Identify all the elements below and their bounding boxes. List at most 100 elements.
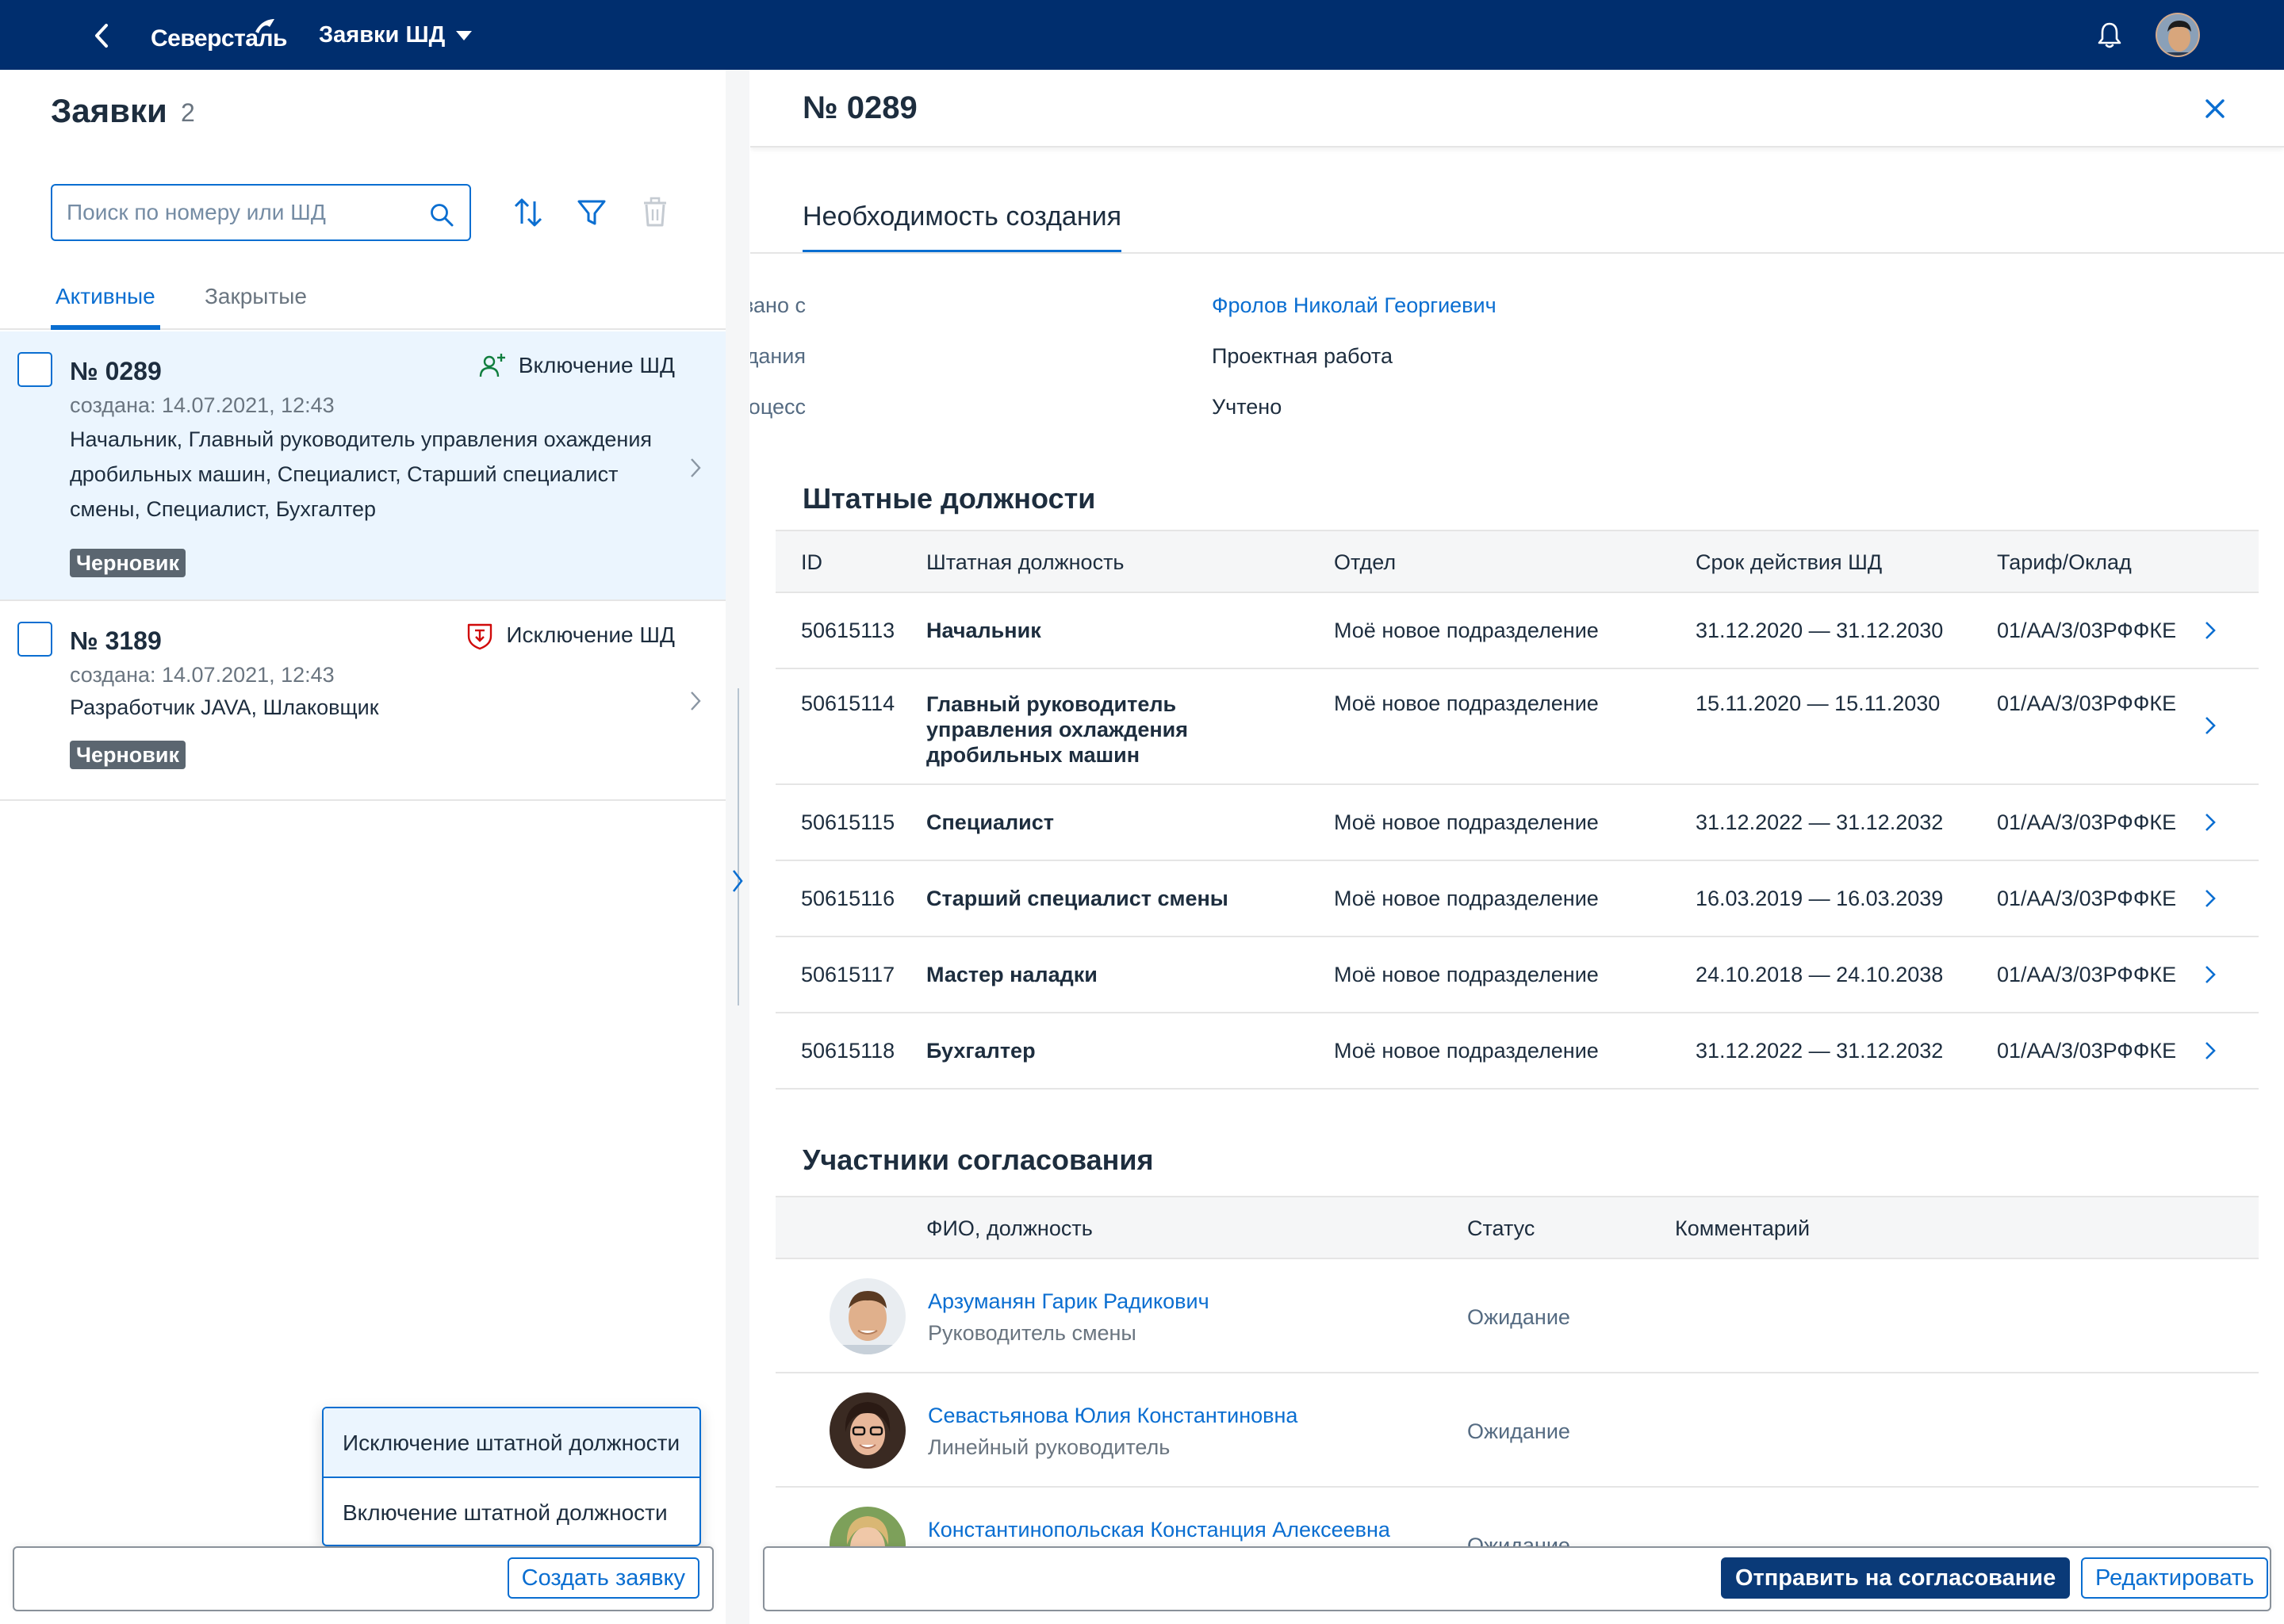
column-header: Комментарий xyxy=(1675,1216,1811,1240)
cell-id: 50615118 xyxy=(801,1039,895,1063)
table-row[interactable]: 50615117 Мастер наладки Моё новое подраз… xyxy=(776,937,2259,1013)
participants-section-title: Участники согласования xyxy=(803,1143,1154,1176)
cell-position: Начальник xyxy=(926,619,1041,642)
form-value: Учтено xyxy=(1212,395,1282,419)
form-value: Проектная работа xyxy=(1212,344,1393,368)
column-header: Штатная должность xyxy=(926,550,1125,574)
cell-period: 24.10.2018 — 24.10.2038 xyxy=(1696,963,1944,986)
form-label: Причина создания xyxy=(750,344,806,368)
detail-footer-toolbar: Отправить на согласование Редактировать xyxy=(763,1546,2271,1611)
cell-department: Моё новое подразделение xyxy=(1334,810,1599,834)
cell-id: 50615114 xyxy=(801,691,895,715)
chevron-right-icon[interactable] xyxy=(2200,964,2221,985)
cell-period: 31.12.2022 — 31.12.2032 xyxy=(1696,1039,1944,1063)
shell-bar: Северсталь Заявки ШД xyxy=(0,0,2284,70)
cell-id: 50615115 xyxy=(801,810,895,834)
chevron-right-icon[interactable] xyxy=(684,690,707,712)
positions-section-title: Штатные должности xyxy=(803,482,1096,515)
panel-splitter[interactable] xyxy=(726,70,749,1624)
table-row[interactable]: Арзуманян Гарик Радикович Руководитель с… xyxy=(776,1259,2259,1373)
chevron-right-icon[interactable] xyxy=(2200,715,2221,736)
item-type: Исключение ШД xyxy=(465,620,675,650)
send-for-approval-button[interactable]: Отправить на согласование xyxy=(1721,1557,2071,1599)
create-request-button[interactable]: Создать заявку xyxy=(507,1557,699,1599)
back-arrow-icon[interactable] xyxy=(89,22,116,49)
participant-photo xyxy=(830,1278,906,1354)
item-type: Включение ШД xyxy=(477,350,675,381)
approver-link[interactable]: Фролов Николай Георгиевич xyxy=(1212,293,1496,318)
cell-position: Старший специалист смены xyxy=(926,887,1228,910)
column-header: Статус xyxy=(1467,1216,1535,1240)
column-header: Срок действия ШД xyxy=(1696,550,1883,574)
menu-item-include-position[interactable]: Включение штатной должности xyxy=(324,1478,699,1545)
search-input[interactable] xyxy=(67,197,416,228)
table-row[interactable]: 50615114 Главный руководитель управления… xyxy=(776,669,2259,785)
participant-photo xyxy=(830,1392,906,1469)
cell-department: Моё новое подразделение xyxy=(1334,1039,1599,1063)
tab-active[interactable]: Активные xyxy=(51,284,160,330)
table-row[interactable]: 50615113 Начальник Моё новое подразделен… xyxy=(776,593,2259,669)
participant-status: Ожидание xyxy=(1467,1419,1570,1443)
column-header: Тариф/Оклад xyxy=(1997,550,2132,574)
list-footer-toolbar: Создать заявку xyxy=(13,1546,714,1611)
participant-name[interactable]: Константинопольская Констанция Алексеевн… xyxy=(928,1518,1390,1542)
search-icon[interactable] xyxy=(428,201,455,228)
cell-period: 15.11.2020 — 15.11.2030 xyxy=(1696,691,1941,715)
cell-tariff: 01/АА/3/03РФФКЕ xyxy=(1997,963,2177,986)
form-row-approved-with: Согласовано с Фролов Николай Георгиевич xyxy=(750,293,1940,333)
search-field[interactable] xyxy=(51,184,471,241)
list-title: Заявки xyxy=(51,92,167,129)
splitter-line xyxy=(738,688,739,1005)
table-row[interactable]: 50615118 Бухгалтер Моё новое подразделен… xyxy=(776,1013,2259,1090)
item-number: № 3189 xyxy=(70,626,162,655)
form-row-reason: Причина создания Проектная работа xyxy=(750,344,1940,384)
column-header: ID xyxy=(801,550,822,574)
detail-header: № 0289 xyxy=(750,70,2284,147)
bell-icon[interactable] xyxy=(2094,19,2125,51)
cell-department: Моё новое подразделение xyxy=(1334,887,1599,910)
participant-avatar xyxy=(830,1278,906,1354)
delete-icon[interactable] xyxy=(636,193,674,232)
edit-button[interactable]: Редактировать xyxy=(2081,1557,2269,1599)
app-title: Заявки ШД xyxy=(319,21,446,48)
chevron-right-icon[interactable] xyxy=(727,861,748,901)
cell-period: 31.12.2020 — 31.12.2030 xyxy=(1696,619,1944,642)
section-tab-necessity[interactable]: Необходимость создания xyxy=(803,201,1122,253)
cell-id: 50615113 xyxy=(801,619,895,642)
cell-department: Моё новое подразделение xyxy=(1334,963,1599,986)
chevron-right-icon[interactable] xyxy=(684,457,707,479)
item-checkbox[interactable] xyxy=(17,352,52,387)
item-checkbox[interactable] xyxy=(17,622,52,657)
participant-name[interactable]: Арзуманян Гарик Радикович xyxy=(928,1289,1209,1314)
list-item[interactable]: № 0289 создана: 14.07.2021, 12:43 Включе… xyxy=(0,331,726,601)
table-row[interactable]: Севастьянова Юлия Константиновна Линейны… xyxy=(776,1373,2259,1488)
tab-closed[interactable]: Закрытые xyxy=(205,284,307,330)
list-item[interactable]: № 3189 создана: 14.07.2021, 12:43 Исключ… xyxy=(0,601,726,801)
menu-item-exclude-position[interactable]: Исключение штатной должности xyxy=(324,1408,699,1478)
item-created: создана: 14.07.2021, 12:43 xyxy=(70,663,335,687)
requests-list-panel: Заявки 2 Активные Закрытые № 0289 создан… xyxy=(0,70,726,1624)
close-icon[interactable] xyxy=(2203,97,2227,121)
cell-period: 31.12.2022 — 31.12.2032 xyxy=(1696,810,1944,834)
add-person-icon xyxy=(479,354,505,377)
item-type-label: Исключение ШД xyxy=(506,622,675,647)
item-type-label: Включение ШД xyxy=(518,353,675,377)
chevron-right-icon[interactable] xyxy=(2200,620,2221,641)
chevron-right-icon[interactable] xyxy=(2200,812,2221,833)
cell-tariff: 01/АА/3/03РФФКЕ xyxy=(1997,1039,2177,1063)
company-logo[interactable]: Северсталь xyxy=(151,17,287,52)
chevron-right-icon[interactable] xyxy=(2200,1040,2221,1061)
cell-department: Моё новое подразделение xyxy=(1334,619,1599,642)
form-label: Влияние на бизнес-процесс xyxy=(750,395,806,419)
chevron-right-icon[interactable] xyxy=(2200,888,2221,909)
cell-position: Специалист xyxy=(926,810,1055,834)
caret-down-icon xyxy=(456,31,473,40)
table-row[interactable]: 50615116 Старший специалист смены Моё но… xyxy=(776,861,2259,937)
app-title-menu[interactable]: Заявки ШД xyxy=(319,19,473,51)
participant-name[interactable]: Севастьянова Юлия Константиновна xyxy=(928,1404,1297,1428)
table-row[interactable]: 50615115 Специалист Моё новое подразделе… xyxy=(776,785,2259,861)
user-avatar[interactable] xyxy=(2156,13,2200,57)
table-header: ID Штатная должность Отдел Срок действия… xyxy=(776,530,2259,593)
sort-icon[interactable] xyxy=(509,193,547,232)
filter-icon[interactable] xyxy=(573,193,611,232)
